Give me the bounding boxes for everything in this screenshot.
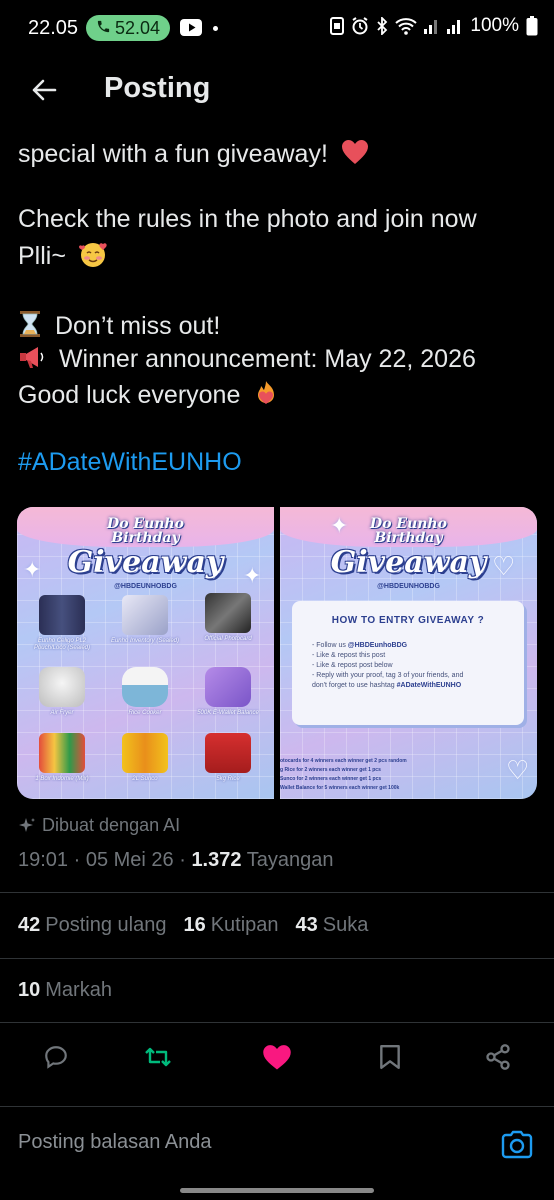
camera-button[interactable] <box>500 1128 534 1162</box>
youtube-icon <box>180 19 202 41</box>
repost-icon <box>145 1047 171 1067</box>
camera-icon <box>501 1130 533 1159</box>
reply-icon <box>45 1046 67 1069</box>
prize-sunco-image <box>122 733 168 773</box>
prize-indomie-image <box>39 733 85 773</box>
status-icons: 100% <box>330 15 538 37</box>
poster-handle: @HBDEUNHOBDG <box>377 583 440 590</box>
prize-item: Air Fryer <box>27 667 97 717</box>
star-decoration-icon: ✦ <box>243 563 262 588</box>
action-bar <box>0 1035 554 1079</box>
like-icon <box>263 1045 291 1070</box>
star-decoration-icon: ✦ <box>23 557 42 582</box>
prize-ricecooker-image <box>122 667 168 707</box>
sparkle-icon <box>19 817 35 832</box>
prize-photocard-image <box>205 593 251 633</box>
reposts-stat[interactable]: 42 Posting ulang <box>18 914 166 937</box>
prize-distribution-notes: otocards for 4 winners each winner get 2… <box>280 758 407 791</box>
prize-rice-image <box>205 733 251 773</box>
heart-emoji <box>341 139 369 172</box>
heart-on-fire-emoji <box>253 379 279 414</box>
divider <box>0 1022 554 1023</box>
prize-item: Rice Cooker <box>110 667 180 717</box>
tweet-line-dont-miss: Don’t miss out! <box>18 310 220 345</box>
home-indicator[interactable] <box>180 1188 374 1193</box>
alarm-icon <box>351 17 369 35</box>
likes-stat[interactable]: 43 Suka <box>296 914 369 937</box>
prize-item: 500K E-Wallet Balance <box>193 667 263 717</box>
how-to-entry-title: HOW TO ENTRY GIVEAWAY ? <box>331 615 485 626</box>
top-bar: Posting <box>0 56 554 124</box>
heart-decoration-icon: ♡ <box>492 551 516 581</box>
views-count: 1.372 <box>191 849 242 871</box>
post-timestamp: 19:01 · 05 Mei 26 · 1.372 Tayangan <box>18 849 334 871</box>
entry-rules: - Follow us @HBDEunhoBDG - Like & repost… <box>312 642 464 689</box>
poster-title: Giveaway <box>67 545 224 580</box>
tweet-line-goodluck: Good luck everyone <box>18 379 279 414</box>
bookmark-icon <box>380 1044 400 1070</box>
divider <box>0 892 554 893</box>
how-to-entry-card: HOW TO ENTRY GIVEAWAY ? - Follow us @HBD… <box>292 601 524 725</box>
poster-subtitle: Do Eunho Birthday <box>370 516 447 546</box>
phone-icon <box>96 18 111 39</box>
star-decoration-icon: ✦ <box>330 513 349 538</box>
divider <box>0 958 554 959</box>
views-label: Tayangan <box>246 849 334 871</box>
prize-album-image <box>39 595 85 635</box>
share-button[interactable] <box>482 1041 514 1073</box>
giveaway-image-rules[interactable]: Do Eunho Birthday Giveaway @HBDEUNHOBDG ✦… <box>280 507 537 799</box>
tweet-line-rules: Check the rules in the photo and join no… <box>18 205 477 233</box>
battery-icon <box>526 16 538 36</box>
status-time: 22.05 <box>28 17 79 39</box>
call-timer: 52.04 <box>114 17 161 38</box>
tweet-line-winner: Winner announcement: May 22, 2026 <box>18 344 476 377</box>
megaphone-emoji <box>18 344 46 377</box>
prize-wallet-image <box>205 667 251 707</box>
notification-dot-icon <box>213 26 218 31</box>
bluetooth-icon <box>376 17 388 35</box>
bookmarks-stat[interactable]: 10 Markah <box>18 979 112 1002</box>
smiling-hearts-emoji <box>78 240 107 275</box>
poster-handle: @HBDEUNHOBDG <box>114 583 177 590</box>
status-bar: 22.05 52.04 100% <box>0 0 554 56</box>
signal-icon-2 <box>447 17 463 35</box>
tweet-line-plli: Plli~ <box>18 240 107 275</box>
ai-generated-label: Dibuat dengan AI <box>18 815 180 836</box>
prize-keychain-image <box>122 595 168 635</box>
hourglass-emoji <box>18 310 42 345</box>
signal-icon-1 <box>424 17 440 35</box>
tweet-partial-top <box>18 116 25 132</box>
heart-decoration-icon: ♡ <box>506 755 530 785</box>
quotes-stat[interactable]: 16 Kutipan <box>183 914 278 937</box>
share-icon <box>486 1044 510 1070</box>
prize-item: Official Photocard <box>193 593 263 643</box>
reply-composer: Posting balasan Anda <box>0 1106 554 1182</box>
poster-subtitle: Do Eunho Birthday <box>107 516 184 546</box>
reply-button[interactable] <box>40 1041 72 1073</box>
like-button[interactable] <box>261 1041 293 1073</box>
screenshot-icon <box>330 17 345 35</box>
bookmark-button[interactable] <box>374 1041 406 1073</box>
back-arrow-icon <box>32 79 57 101</box>
prize-airfryer-image <box>39 667 85 707</box>
engagement-stats: 42 Posting ulang 16 Kutipan 43 Suka <box>18 914 368 937</box>
ongoing-call-pill[interactable]: 52.04 <box>86 15 170 41</box>
prize-item: Eunho Inventory (Sealed) <box>110 595 180 645</box>
back-button[interactable] <box>24 70 64 110</box>
battery-percent: 100% <box>470 15 519 36</box>
reply-input[interactable]: Posting balasan Anda <box>18 1131 212 1154</box>
prize-item: 2L Sunco <box>110 733 180 783</box>
wifi-icon <box>395 17 418 35</box>
hashtag-link[interactable]: #ADateWithEUNHO <box>18 448 242 477</box>
prize-item: Eunho Celigo PL2 Pouch/Loco (Sealed) <box>27 595 97 652</box>
giveaway-image-prizes[interactable]: Do Eunho Birthday Giveaway @HBDEUNHOBDG ✦… <box>17 507 274 799</box>
page-title: Posting <box>104 72 211 104</box>
prize-item: 5kg Rice <box>193 733 263 783</box>
repost-button[interactable] <box>142 1041 174 1073</box>
prize-item: 1 Box Indomie (Mix) <box>27 733 97 783</box>
tweet-line-giveaway: special with a fun giveaway! <box>18 139 369 172</box>
